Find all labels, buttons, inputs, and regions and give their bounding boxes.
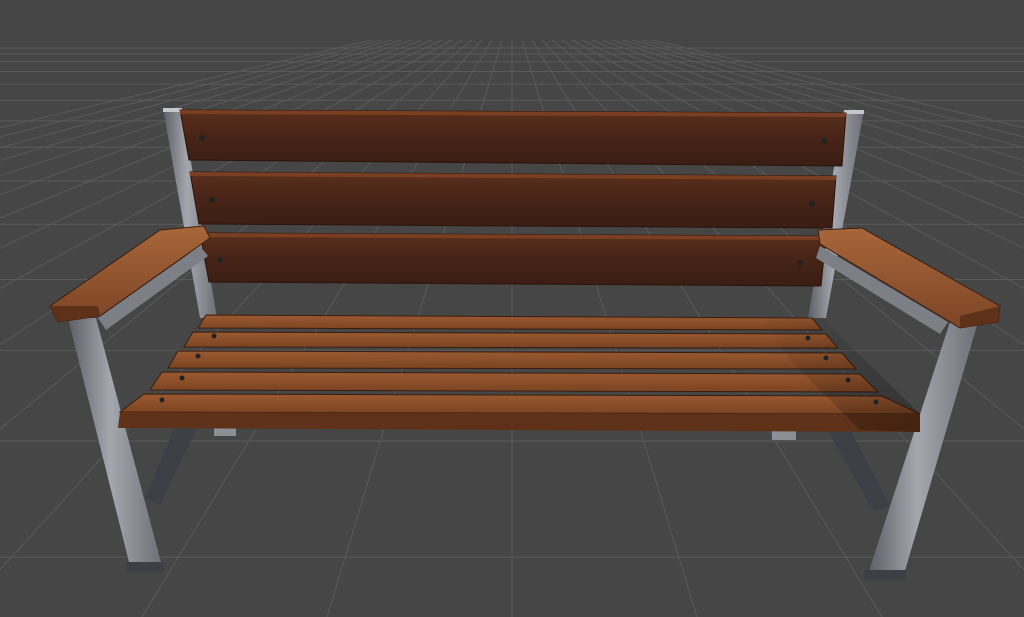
- seat-slats: [118, 314, 921, 432]
- viewport-canvas[interactable]: [0, 0, 1024, 617]
- backrest-slats: [179, 109, 847, 287]
- scene-viewport[interactable]: [0, 0, 1024, 617]
